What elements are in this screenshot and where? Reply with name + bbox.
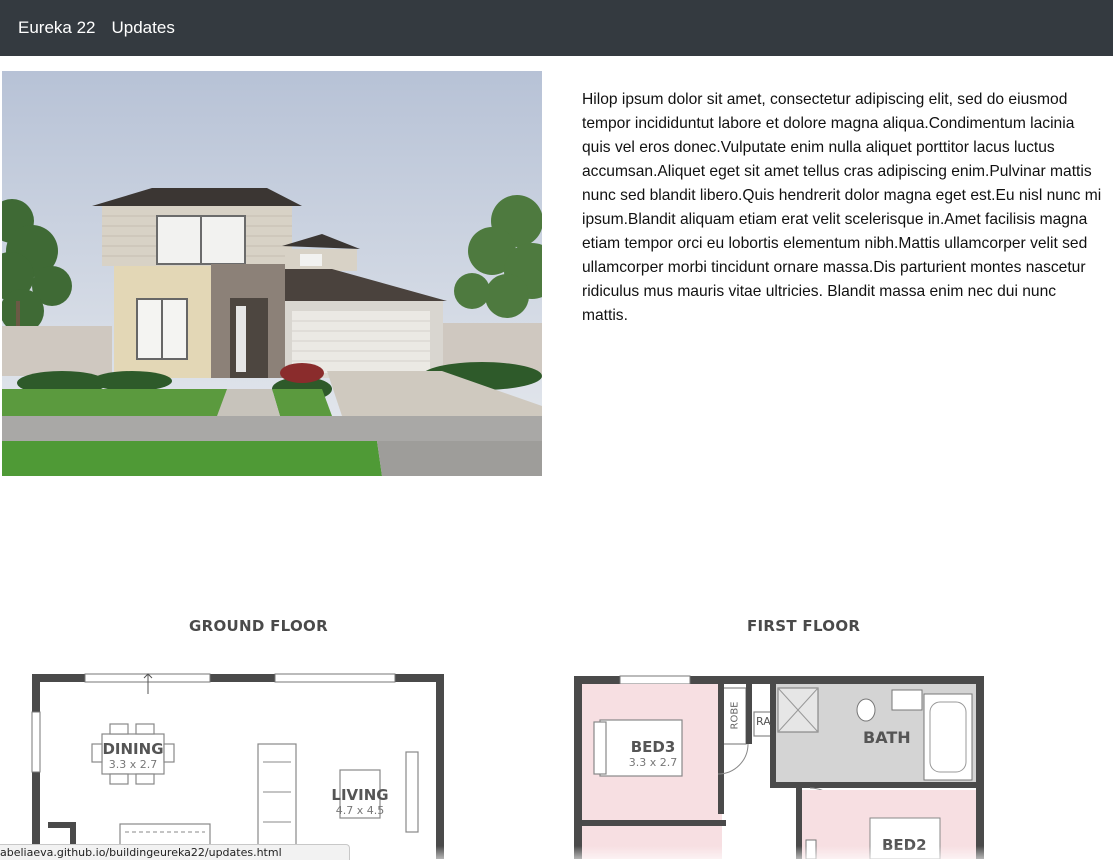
brand-link[interactable]: Eureka 22: [18, 18, 96, 38]
first-floor-plan: BED3 3.3 x 2.7 BATH BED2 ROBE RA: [570, 672, 990, 859]
top-navbar: Eureka 22 Updates: [0, 0, 1113, 56]
room-label-living: LIVING 4.7 x 4.5: [326, 786, 394, 817]
room-name: LIVING: [331, 786, 389, 804]
house-render-image: [2, 71, 542, 476]
room-label-bed3: BED3 3.3 x 2.7: [625, 738, 681, 769]
robe-label: ROBE: [729, 701, 741, 730]
ground-floor-plan: DINING 3.3 x 2.7 LIVING 4.7 x 4.5: [30, 672, 450, 859]
room-size: 3.3 x 2.7: [108, 758, 158, 771]
room-name: DINING: [102, 740, 164, 758]
ra-label: RA: [756, 715, 771, 728]
nav-link-updates[interactable]: Updates: [112, 18, 175, 38]
status-bar-url: abeliaeva.github.io/buildingeureka22/upd…: [0, 844, 350, 860]
ground-floor-title: GROUND FLOOR: [189, 617, 328, 635]
room-size: 4.7 x 4.5: [335, 804, 385, 817]
room-label-dining: DINING 3.3 x 2.7: [100, 740, 166, 771]
room-label-bath: BATH: [863, 728, 911, 747]
room-size: 3.3 x 2.7: [628, 756, 678, 769]
room-name: BED3: [630, 738, 676, 756]
first-floor-title: FIRST FLOOR: [747, 617, 861, 635]
description-paragraph: Hilop ipsum dolor sit amet, consectetur …: [582, 90, 1102, 324]
